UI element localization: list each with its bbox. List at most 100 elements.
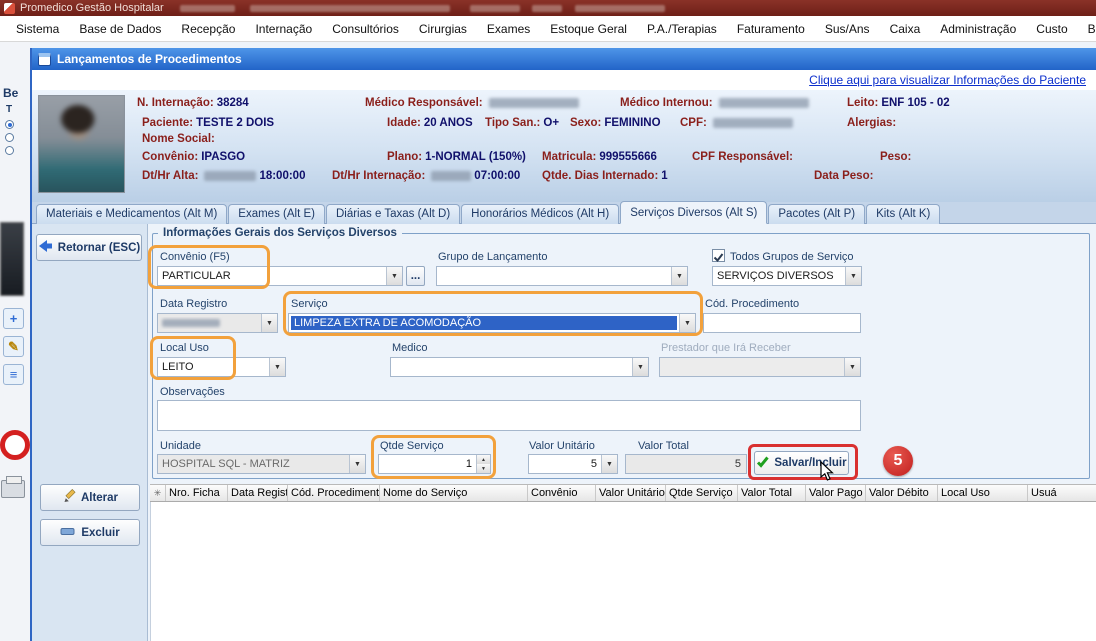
qtde-servico-value: 1 xyxy=(379,455,476,473)
grid-header-cell[interactable]: Local Uso xyxy=(938,485,1028,501)
cod-procedimento-input[interactable] xyxy=(703,313,861,333)
menu-item[interactable]: Caixa xyxy=(880,18,931,40)
grid-header-cell[interactable]: Nro. Ficha xyxy=(166,485,228,501)
tab[interactable]: Materiais e Medicamentos (Alt M) xyxy=(36,204,227,224)
browse-button[interactable]: ... xyxy=(406,266,425,286)
field-label: Idade: xyxy=(387,117,421,129)
tab[interactable]: Diárias e Taxas (Alt D) xyxy=(326,204,460,224)
local-uso-value: LEITO xyxy=(158,361,269,373)
field-value: 1 xyxy=(661,170,667,182)
chevron-down-icon[interactable]: ▼ xyxy=(679,314,695,332)
tab[interactable]: Pacotes (Alt P) xyxy=(768,204,865,224)
redacted-value xyxy=(431,171,471,181)
spin-up-icon[interactable]: ▲ xyxy=(477,455,490,464)
qtde-servico-spinner[interactable]: 1 ▲ ▼ xyxy=(378,454,491,474)
tab[interactable]: Exames (Alt E) xyxy=(228,204,325,224)
grid-header-cell[interactable]: Data Regist xyxy=(228,485,288,501)
grid-header-cell[interactable]: Valor Total xyxy=(738,485,806,501)
add-icon[interactable]: + xyxy=(3,308,24,329)
menu-item[interactable]: Consultórios xyxy=(322,18,409,40)
field-label: Matricula: xyxy=(542,151,596,163)
medico-combo[interactable]: ▼ xyxy=(390,357,649,377)
grupo-servico-combo[interactable]: SERVIÇOS DIVERSOS ▼ xyxy=(712,266,862,286)
data-registro-combo[interactable]: ▼ xyxy=(157,313,278,333)
grid-body[interactable] xyxy=(150,502,1096,641)
todos-grupos-checkbox[interactable] xyxy=(712,249,725,262)
chevron-down-icon[interactable]: ▼ xyxy=(269,358,285,376)
chevron-down-icon[interactable]: ▼ xyxy=(632,358,648,376)
menu-item[interactable]: Faturamento xyxy=(727,18,815,40)
radio-button[interactable] xyxy=(5,120,14,129)
spin-down-icon[interactable]: ▼ xyxy=(477,464,490,473)
redacted-value xyxy=(713,118,793,128)
back-arrow-icon xyxy=(38,239,53,256)
menu-item[interactable]: Exames xyxy=(477,18,540,40)
radio-button[interactable] xyxy=(5,133,14,142)
patient-photo xyxy=(38,95,125,193)
chevron-down-icon[interactable]: ▼ xyxy=(845,267,861,285)
grid-header-cell[interactable]: Valor Débito xyxy=(866,485,938,501)
chevron-down-icon[interactable]: ▼ xyxy=(386,267,402,285)
grid-header-cell[interactable]: ✳ xyxy=(150,485,166,501)
grupo-lancamento-combo[interactable]: ▼ xyxy=(436,266,688,286)
unidade-combo[interactable]: HOSPITAL SQL - MATRIZ ▼ xyxy=(157,454,366,474)
menu-item[interactable]: Sistema xyxy=(6,18,69,40)
retornar-button[interactable]: Retornar (ESC) xyxy=(36,234,142,261)
tab[interactable]: Serviços Diversos (Alt S) xyxy=(620,201,767,224)
pencil-icon[interactable]: ✎ xyxy=(3,336,24,357)
radio-button[interactable] xyxy=(5,146,14,155)
data-registro-label: Data Registro xyxy=(160,298,227,310)
menu-item[interactable]: BI xyxy=(1078,18,1096,40)
grid-header-cell[interactable]: Valor Unitário xyxy=(596,485,666,501)
medico-label: Medico xyxy=(392,342,427,354)
cod-procedimento-label: Cód. Procedimento xyxy=(705,298,799,310)
menu-item[interactable]: Recepção xyxy=(171,18,245,40)
alterar-label: Alterar xyxy=(81,492,118,504)
list-icon[interactable]: ≡ xyxy=(3,364,24,385)
tab[interactable]: Kits (Alt K) xyxy=(866,204,940,224)
menu-item[interactable]: Estoque Geral xyxy=(540,18,637,40)
qtde-servico-label: Qtde Serviço xyxy=(380,440,444,452)
field-label: Alergias: xyxy=(847,117,896,129)
grid-header-cell[interactable]: Cód. Procediment xyxy=(288,485,380,501)
cancel-icon[interactable] xyxy=(0,430,30,460)
menu-item[interactable]: Cirurgias xyxy=(409,18,477,40)
convenio-combo[interactable]: PARTICULAR ▼ xyxy=(157,266,403,286)
observacoes-textarea[interactable] xyxy=(157,400,861,431)
grid-header-cell[interactable]: Nome do Serviço xyxy=(380,485,528,501)
salvar-incluir-button[interactable]: Salvar/Incluir xyxy=(754,451,849,475)
chevron-down-icon[interactable]: ▼ xyxy=(349,455,365,473)
printer-icon[interactable] xyxy=(1,480,25,498)
patient-field-nome-social: Nome Social: xyxy=(142,133,218,145)
tab-bar: Materiais e Medicamentos (Alt M)Exames (… xyxy=(32,202,1096,224)
alterar-button[interactable]: Alterar xyxy=(40,484,140,511)
patient-field-qtde-dias: Qtde. Dias Internado:1 xyxy=(542,170,668,182)
chevron-down-icon[interactable]: ▼ xyxy=(261,314,277,332)
redacted-titlebar-text xyxy=(470,5,520,12)
menu-item[interactable]: P.A./Terapias xyxy=(637,18,727,40)
unidade-label: Unidade xyxy=(160,440,201,452)
local-uso-combo[interactable]: LEITO ▼ xyxy=(157,357,286,377)
grid-header-cell[interactable]: Usuá xyxy=(1028,485,1096,501)
grid-header-cell[interactable]: Convênio xyxy=(528,485,596,501)
field-value: 20 ANOS xyxy=(424,117,473,129)
chevron-down-icon[interactable]: ▼ xyxy=(601,455,617,473)
field-label: CPF Responsável: xyxy=(692,151,793,163)
excluir-button[interactable]: Excluir xyxy=(40,519,140,546)
tab[interactable]: Honorários Médicos (Alt H) xyxy=(461,204,619,224)
chevron-down-icon[interactable]: ▼ xyxy=(671,267,687,285)
field-label: Qtde. Dias Internado: xyxy=(542,170,658,182)
menu-item[interactable]: Base de Dados xyxy=(69,18,171,40)
grid-header-cell[interactable]: Valor Pago xyxy=(806,485,866,501)
valor-unitario-combo[interactable]: 5 ▼ xyxy=(528,454,618,474)
valor-total-value: 5 xyxy=(735,458,741,470)
patient-info-link[interactable]: Clique aqui para visualizar Informações … xyxy=(809,73,1086,87)
menu-item[interactable]: Administração xyxy=(930,18,1026,40)
menu-item[interactable]: Internação xyxy=(245,18,322,40)
prestador-combo[interactable]: ▼ xyxy=(659,357,861,377)
patient-field-data-peso: Data Peso: xyxy=(814,170,876,182)
grid-header-cell[interactable]: Qtde Serviço xyxy=(666,485,738,501)
servico-combo[interactable]: LIMPEZA EXTRA DE ACOMODAÇÃO ▼ xyxy=(288,313,696,333)
menu-item[interactable]: Sus/Ans xyxy=(815,18,880,40)
menu-item[interactable]: Custo xyxy=(1026,18,1077,40)
